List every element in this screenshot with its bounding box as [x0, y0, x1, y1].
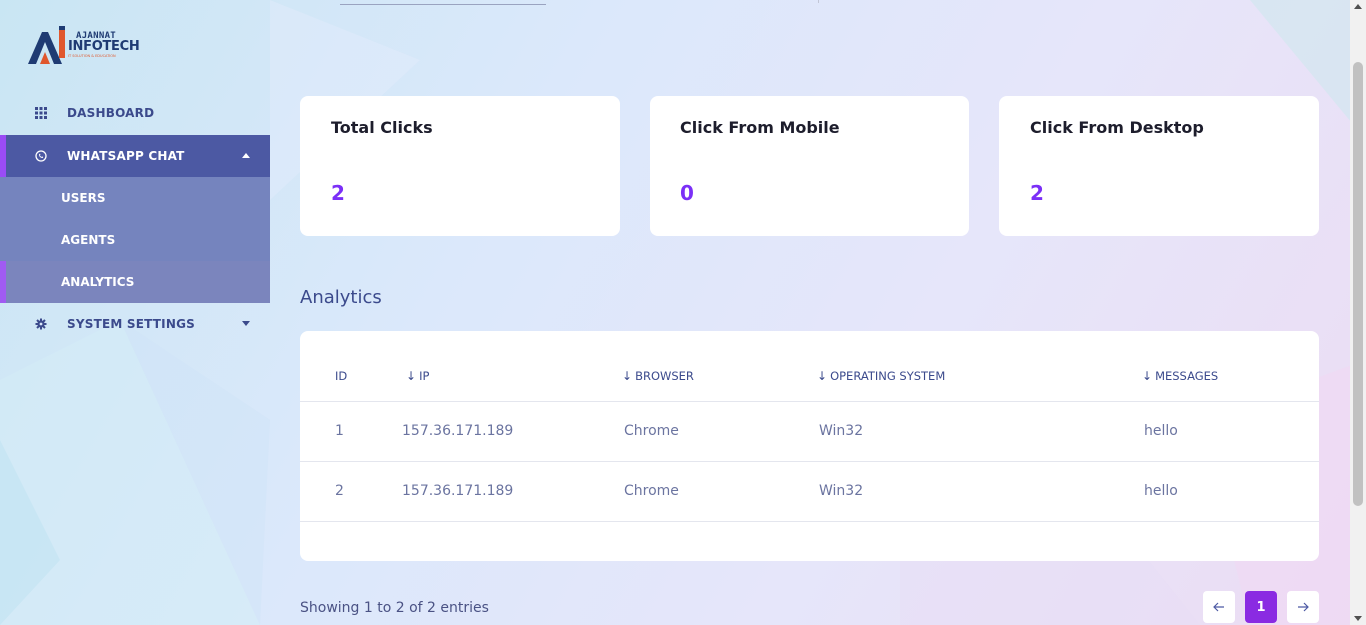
table-row[interactable]: 1 157.36.171.189 Chrome Win32 hello [300, 402, 1319, 462]
section-title: Analytics [300, 287, 382, 308]
sort-down-icon: ↓ [817, 369, 828, 383]
analytics-table: ID ↓ IP ↓ BROWSER ↓ OPERATING SYSTEM ↓ M… [300, 331, 1319, 561]
sidebar-subitem-label: AGENTS [61, 233, 116, 247]
cell-message: hello [1144, 483, 1178, 499]
column-header-messages[interactable]: ↓ MESSAGES [1142, 369, 1218, 383]
sort-down-icon: ↓ [406, 369, 417, 383]
pagination-prev-button[interactable] [1203, 591, 1235, 623]
top-divider [340, 4, 546, 5]
card-value: 2 [331, 181, 345, 205]
column-header-ip[interactable]: ↓ IP [406, 369, 429, 383]
logo-mark-icon [28, 26, 65, 64]
sidebar-item-label: SYSTEM SETTINGS [67, 317, 195, 331]
pagination-next-button[interactable] [1287, 591, 1319, 623]
cell-browser: Chrome [624, 483, 679, 499]
cell-browser: Chrome [624, 423, 679, 439]
cell-message: hello [1144, 423, 1178, 439]
page-scrollbar[interactable] [1350, 0, 1366, 625]
scroll-thumb[interactable] [1353, 62, 1363, 506]
stat-card-desktop-clicks: Click From Desktop 2 [999, 96, 1319, 236]
sidebar-item-dashboard[interactable]: DASHBOARD [0, 92, 270, 134]
cell-os: Win32 [819, 483, 864, 499]
column-header-id[interactable]: ID [335, 369, 347, 383]
brand-logo[interactable]: AJANNAT INFOTECH IT SOLUTION & EDUCATION [28, 24, 140, 68]
arrow-right-icon [1298, 602, 1309, 612]
card-value: 2 [1030, 181, 1044, 205]
sidebar-item-system-settings[interactable]: SYSTEM SETTINGS [0, 303, 270, 345]
pagination-summary: Showing 1 to 2 of 2 entries [300, 600, 489, 616]
cell-ip: 157.36.171.189 [402, 483, 514, 499]
stat-card-mobile-clicks: Click From Mobile 0 [650, 96, 969, 236]
sidebar-subitem-analytics[interactable]: ANALYTICS [0, 261, 270, 303]
sidebar-subitem-label: ANALYTICS [61, 275, 135, 289]
sort-down-icon: ↓ [622, 369, 633, 383]
column-header-operating-system[interactable]: ↓ OPERATING SYSTEM [817, 369, 945, 383]
table-row[interactable]: 2 157.36.171.189 Chrome Win32 hello [300, 462, 1319, 522]
sidebar-subitem-label: USERS [61, 191, 106, 205]
sidebar-item-whatsapp-chat[interactable]: WHATSAPP CHAT [0, 135, 270, 177]
column-header-browser[interactable]: ↓ BROWSER [622, 369, 694, 383]
cell-id: 2 [335, 483, 344, 499]
whatsapp-icon [34, 149, 48, 163]
sort-down-icon: ↓ [1142, 369, 1153, 383]
gear-icon [34, 317, 48, 331]
sidebar-item-label: DASHBOARD [67, 106, 155, 120]
cell-os: Win32 [819, 423, 864, 439]
card-title: Click From Desktop [1030, 118, 1204, 137]
sidebar-item-label: WHATSAPP CHAT [67, 149, 185, 163]
cell-id: 1 [335, 423, 344, 439]
card-value: 0 [680, 181, 694, 205]
brand-line2: INFOTECH [68, 39, 140, 54]
brand-tagline: IT SOLUTION & EDUCATION [68, 54, 116, 58]
scroll-down-icon[interactable] [1354, 616, 1362, 621]
sidebar: AJANNAT INFOTECH IT SOLUTION & EDUCATION… [0, 0, 270, 625]
stat-card-total-clicks: Total Clicks 2 [300, 96, 620, 236]
cell-ip: 157.36.171.189 [402, 423, 514, 439]
grid-icon [34, 106, 48, 120]
card-title: Total Clicks [331, 118, 433, 137]
scroll-up-icon[interactable] [1354, 4, 1362, 9]
pagination-page-1[interactable]: 1 [1245, 591, 1277, 623]
sidebar-subitem-agents[interactable]: AGENTS [0, 219, 270, 261]
chevron-up-icon [242, 153, 250, 158]
top-divider-tick [818, 0, 819, 3]
card-title: Click From Mobile [680, 118, 840, 137]
arrow-left-icon [1213, 602, 1224, 612]
chevron-down-icon [242, 321, 250, 326]
sidebar-subitem-users[interactable]: USERS [0, 177, 270, 219]
